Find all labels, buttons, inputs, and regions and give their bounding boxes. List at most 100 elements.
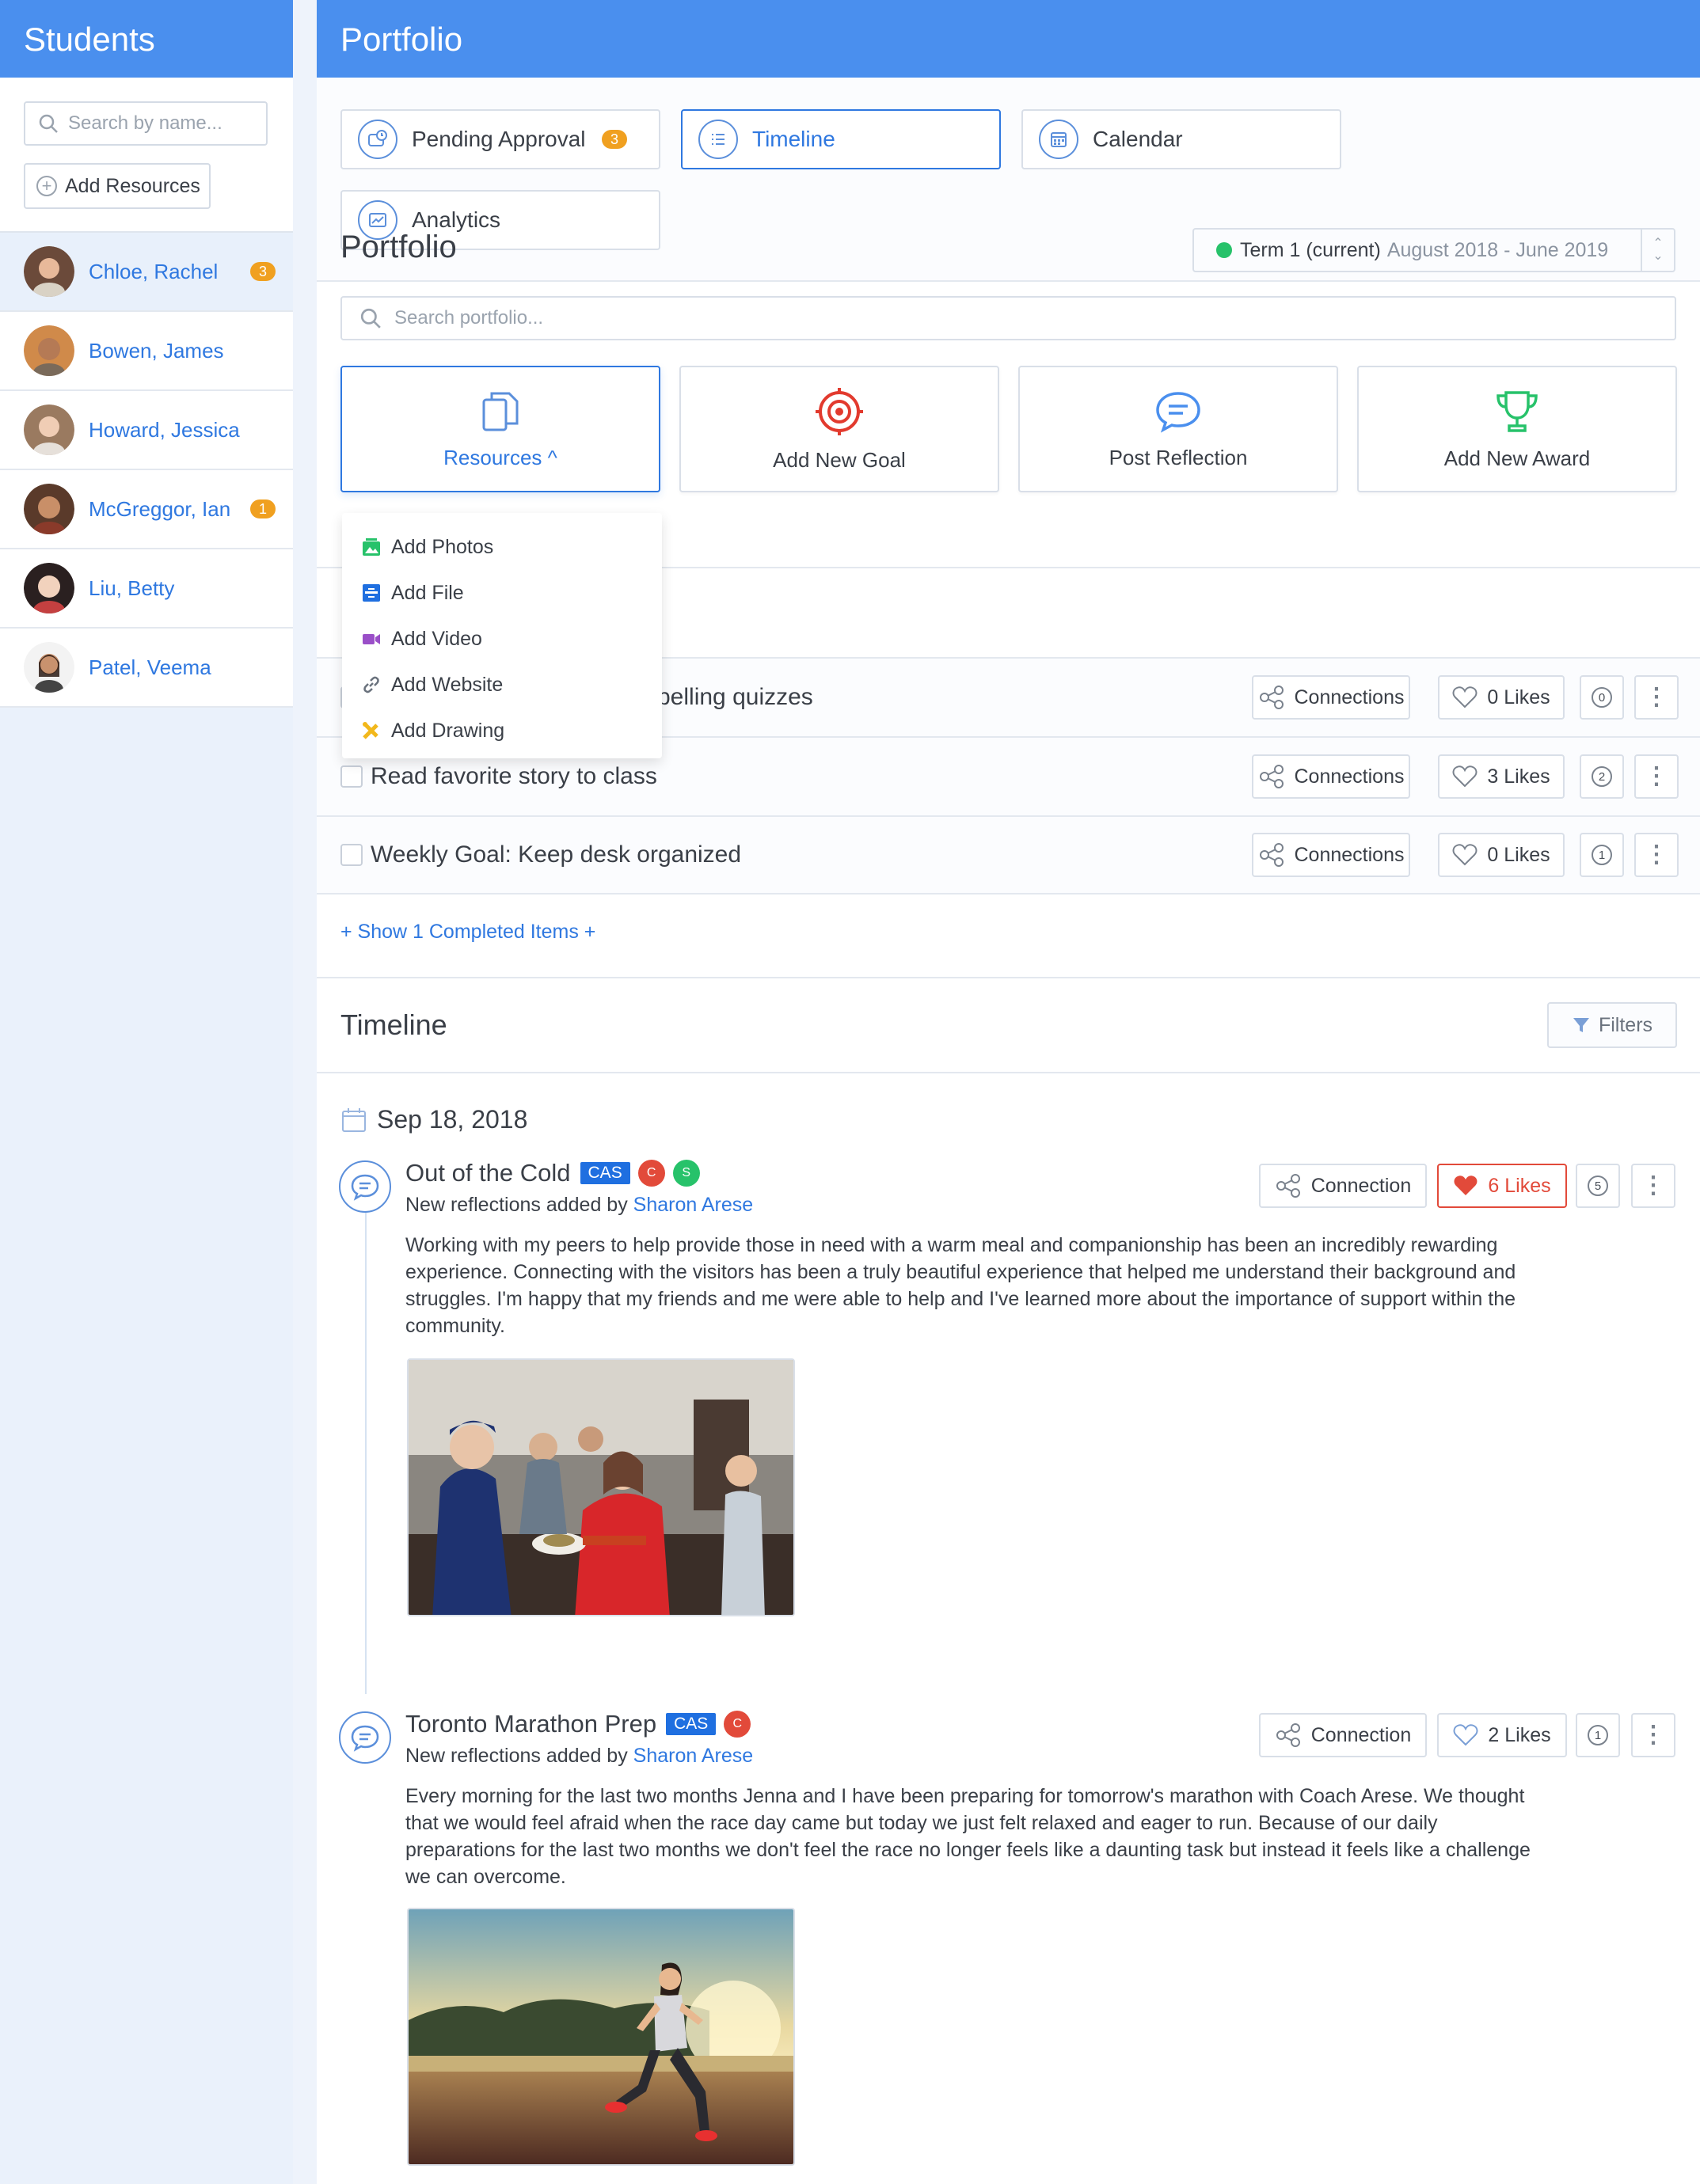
entry-photo-runner[interactable]: [407, 1908, 795, 2166]
entry-body: Every morning for the last two months Je…: [405, 1785, 1531, 1888]
resources-dropdown-menu: Add Photos Add File Add Video Add Websit…: [342, 513, 662, 758]
date-label: Sep 18, 2018: [377, 1105, 528, 1134]
likes-button[interactable]: 2 Likes: [1437, 1713, 1567, 1757]
likes-button[interactable]: 3 Likes: [1438, 754, 1565, 799]
goal-checkbox[interactable]: [340, 844, 363, 866]
tab-calendar[interactable]: Calendar: [1021, 109, 1341, 169]
calendar-icon: [1039, 120, 1078, 159]
likes-button[interactable]: 0 Likes: [1438, 833, 1565, 877]
menu-item-add-website[interactable]: Add Website: [342, 662, 662, 708]
add-new-award-card[interactable]: Add New Award: [1357, 366, 1677, 492]
menu-item-add-photos[interactable]: Add Photos: [342, 524, 662, 570]
photo-illustration: [409, 1360, 793, 1615]
likes-label: 2 Likes: [1488, 1723, 1551, 1746]
comments-button[interactable]: 1: [1580, 833, 1624, 877]
term-range: August 2018 - June 2019: [1386, 238, 1609, 261]
connections-button[interactable]: Connections: [1252, 833, 1410, 877]
creativity-tag: C: [637, 1160, 665, 1187]
goal-checkbox[interactable]: [340, 765, 363, 788]
list-icon: [698, 120, 738, 159]
filter-icon: [1573, 1018, 1589, 1032]
comment-count-icon: 1: [1588, 1725, 1608, 1745]
pending-badge: 3: [602, 130, 627, 149]
menu-item-label: Add File: [391, 581, 464, 604]
photo-illustration: [409, 1909, 793, 2164]
menu-item-add-video[interactable]: Add Video: [342, 616, 662, 662]
chevron-up-down-icon[interactable]: ⌃ ⌄: [1641, 230, 1674, 271]
tab-label: Pending Approval: [412, 127, 586, 151]
kebab-icon: ⋮: [1645, 841, 1668, 868]
share-icon: [1276, 1723, 1300, 1747]
pending-approval-icon: [358, 120, 397, 159]
author-link[interactable]: Sharon Arese: [633, 1745, 754, 1767]
more-options-button[interactable]: ⋮: [1634, 754, 1679, 799]
connections-button[interactable]: Connections: [1252, 675, 1410, 720]
entry-sub-prefix: New reflections added by: [405, 1194, 628, 1216]
portfolio-title: Portfolio: [340, 230, 457, 264]
heart-icon: [1452, 686, 1478, 708]
pending-count-badge: 3: [250, 262, 276, 281]
entry-sub-prefix: New reflections added by: [405, 1745, 628, 1767]
plus-icon: +: [36, 176, 57, 196]
entry-photo-food-service[interactable]: [407, 1358, 795, 1616]
menu-item-add-file[interactable]: Add File: [342, 570, 662, 616]
comment-count-icon: 1: [1592, 845, 1612, 865]
resources-card[interactable]: Resources ^: [340, 366, 660, 492]
student-search-input[interactable]: Search by name...: [24, 101, 268, 146]
heart-icon: [1452, 765, 1478, 788]
more-options-button[interactable]: ⋮: [1631, 1713, 1675, 1757]
student-name: Liu, Betty: [89, 575, 175, 600]
student-search-placeholder: Search by name...: [68, 112, 222, 134]
add-resources-button[interactable]: + Add Resources: [24, 163, 211, 209]
post-reflection-card[interactable]: Post Reflection: [1018, 366, 1338, 492]
file-icon: [363, 584, 380, 602]
portfolio-search-input[interactable]: Search portfolio...: [340, 296, 1676, 340]
entry-body: Working with my peers to help provide th…: [405, 1234, 1516, 1337]
calendar-icon: [342, 1107, 366, 1132]
more-options-button[interactable]: ⋮: [1631, 1164, 1675, 1208]
likes-label: 6 Likes: [1488, 1174, 1551, 1197]
connection-button[interactable]: Connection: [1259, 1713, 1427, 1757]
comments-button[interactable]: 2: [1580, 754, 1624, 799]
heart-icon: [1452, 844, 1478, 866]
target-icon: [816, 387, 863, 435]
comments-button[interactable]: 0: [1580, 675, 1624, 720]
connections-label: Connections: [1294, 843, 1405, 866]
student-item-howard-jessica[interactable]: Howard, Jessica: [0, 391, 293, 470]
student-item-chloe-rachel[interactable]: Chloe, Rachel 3: [0, 233, 293, 312]
action-cards: Resources ^ Add New Goal Post Reflection…: [340, 366, 1677, 492]
comments-button[interactable]: 1: [1576, 1713, 1620, 1757]
avatar: [24, 642, 74, 693]
video-icon: [363, 634, 380, 644]
student-item-patel-veema[interactable]: Patel, Veema: [0, 629, 293, 708]
creativity-tag: C: [724, 1711, 751, 1738]
show-completed-link[interactable]: + Show 1 Completed Items +: [340, 921, 595, 944]
likes-button[interactable]: 6 Likes: [1437, 1164, 1567, 1208]
timeline-title: Timeline: [340, 1008, 447, 1041]
connection-label: Connection: [1310, 1174, 1412, 1197]
comment-count-icon: 2: [1592, 766, 1612, 787]
tab-pending-approval[interactable]: Pending Approval 3: [340, 109, 660, 169]
share-icon: [1259, 843, 1284, 867]
more-options-button[interactable]: ⋮: [1634, 675, 1679, 720]
goal-text: pelling quizzes: [657, 684, 813, 710]
comments-button[interactable]: 5: [1576, 1164, 1620, 1208]
student-item-bowen-james[interactable]: Bowen, James: [0, 312, 293, 391]
menu-item-add-drawing[interactable]: Add Drawing: [342, 708, 662, 754]
kebab-icon: ⋮: [1641, 1722, 1665, 1748]
more-options-button[interactable]: ⋮: [1634, 833, 1679, 877]
term-label: Term 1 (current): [1240, 238, 1381, 261]
student-item-liu-betty[interactable]: Liu, Betty: [0, 549, 293, 629]
timeline-date: Sep 18, 2018: [340, 1105, 527, 1134]
add-new-goal-card[interactable]: Add New Goal: [679, 366, 999, 492]
author-link[interactable]: Sharon Arese: [633, 1194, 754, 1216]
connections-button[interactable]: Connections: [1252, 754, 1410, 799]
likes-button[interactable]: 0 Likes: [1438, 675, 1565, 720]
filters-button[interactable]: Filters: [1547, 1002, 1677, 1048]
connection-button[interactable]: Connection: [1259, 1164, 1427, 1208]
tab-timeline[interactable]: Timeline: [681, 109, 1001, 169]
term-selector[interactable]: Term 1 (current) August 2018 - June 2019…: [1192, 228, 1675, 272]
student-item-mcgreggor-ian[interactable]: McGreggor, Ian 1: [0, 470, 293, 549]
share-icon: [1259, 686, 1284, 709]
kebab-icon: ⋮: [1645, 763, 1668, 789]
